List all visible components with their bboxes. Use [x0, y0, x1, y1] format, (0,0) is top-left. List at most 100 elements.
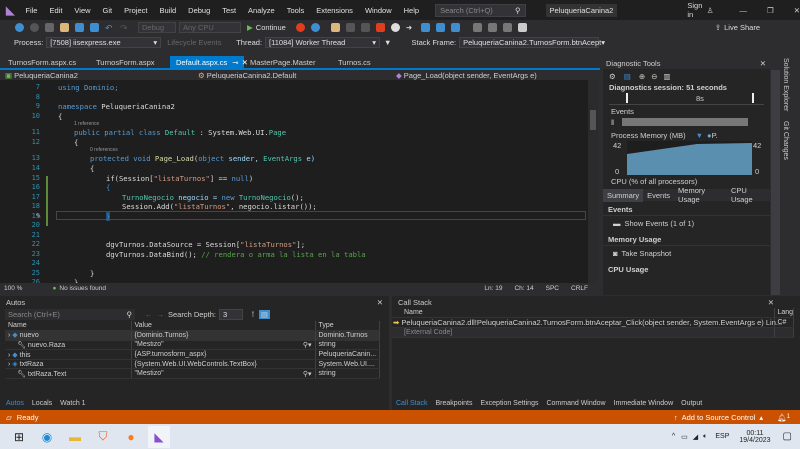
menu-analyze[interactable]: Analyze: [248, 6, 275, 15]
reset-zoom-icon[interactable]: ▥: [663, 72, 670, 81]
table-row[interactable]: › ◈ txtRaza {System.Web.UI.WebControls.Te…: [5, 359, 380, 370]
zoom-in-icon[interactable]: ⊕: [639, 72, 645, 81]
tab-events[interactable]: Events: [643, 189, 674, 202]
file-explorer-icon[interactable]: ▬: [64, 426, 86, 448]
redo-icon[interactable]: ↷: [120, 23, 129, 33]
tab-solution-explorer[interactable]: Solution Explorer: [782, 58, 789, 111]
variable-value[interactable]: "Mestizo": [135, 370, 164, 377]
battery-icon[interactable]: ▭: [681, 433, 688, 441]
lifecycle-events-select[interactable]: Lifecycle Events: [164, 37, 232, 48]
thread-select[interactable]: [11084] Worker Thread ▾: [265, 37, 381, 48]
pin-icon[interactable]: ⊺: [251, 310, 255, 319]
variable-value[interactable]: {ASP.turnosform_aspx}: [131, 349, 316, 360]
menu-build[interactable]: Build: [159, 6, 176, 15]
configuration-select[interactable]: Debug: [138, 22, 176, 33]
refresh-icon[interactable]: [310, 23, 320, 32]
menu-file[interactable]: File: [25, 6, 37, 15]
menu-git[interactable]: Git: [103, 6, 113, 15]
close-window-button[interactable]: ✕: [794, 6, 800, 15]
tab-exception-settings[interactable]: Exception Settings: [480, 400, 538, 407]
vertical-scrollbar[interactable]: [588, 80, 598, 283]
variable-value[interactable]: {System.Web.UI.WebControls.TextBox}: [131, 359, 316, 370]
menu-view[interactable]: View: [74, 6, 90, 15]
search-input[interactable]: Search (Ctrl+Q) ⚲: [435, 3, 526, 17]
menu-project[interactable]: Project: [124, 6, 147, 15]
variable-value[interactable]: {Dominio.Turnos}: [131, 330, 316, 341]
process-select[interactable]: [7508] iisexpress.exe ▾: [46, 37, 162, 48]
account-icon[interactable]: ♙: [707, 6, 714, 15]
column-language[interactable]: Lang: [774, 308, 794, 319]
tab-command-window[interactable]: Command Window: [546, 400, 605, 407]
save-all-icon[interactable]: [90, 23, 99, 32]
sign-in-link[interactable]: Sign in: [687, 1, 702, 19]
clock[interactable]: 00:11 19/4/2023: [739, 430, 770, 444]
platform-select[interactable]: Any CPU: [179, 22, 241, 33]
tab-turnos-cs[interactable]: Turnos.cs: [332, 56, 377, 68]
table-row[interactable]: ➡ PeluqueriaCanina2.dll!PeluqueriaCanina…: [392, 317, 794, 329]
column-name[interactable]: Name: [392, 308, 775, 319]
tab-default-aspx-cs[interactable]: Default.aspx.cs ⊸ ✕: [170, 56, 248, 68]
project-dropdown[interactable]: ▣ PeluqueriaCanina2: [0, 71, 198, 80]
tab-autos[interactable]: Autos: [6, 400, 24, 407]
tab-git-changes[interactable]: Git Changes: [782, 121, 789, 160]
tab-call-stack[interactable]: Call Stack: [396, 400, 428, 407]
menu-tools[interactable]: Tools: [287, 6, 305, 15]
visualizer-icon[interactable]: ⚲▾: [303, 341, 312, 349]
breakpoint-icon[interactable]: [472, 23, 482, 32]
expand-icon[interactable]: ›: [8, 352, 10, 359]
column-name[interactable]: Name: [5, 321, 132, 332]
class-dropdown[interactable]: ⚙ PeluqueriaCanina2.Default: [198, 71, 396, 80]
notification-center-icon[interactable]: ▢: [783, 431, 792, 442]
add-to-source-control-button[interactable]: Add to Source Control: [682, 413, 756, 422]
restart-icon[interactable]: [390, 23, 400, 32]
column-type[interactable]: Type: [315, 321, 380, 332]
open-file-icon[interactable]: [60, 23, 69, 32]
tab-breakpoints[interactable]: Breakpoints: [436, 400, 473, 407]
table-row[interactable]: › ◆ nuevo {Dominio.Turnos} Dominio.Turnos: [5, 330, 380, 341]
expand-icon[interactable]: ›: [8, 361, 10, 368]
pin-icon[interactable]: ⊸: [232, 58, 238, 67]
autos-search-input[interactable]: Search (Ctrl+E) ⚲: [5, 309, 135, 320]
hot-reload-icon[interactable]: [295, 23, 305, 32]
minimize-button[interactable]: —: [739, 6, 747, 15]
bookmark-icon[interactable]: [517, 23, 527, 32]
edge-icon[interactable]: ◉: [36, 426, 58, 448]
wifi-icon[interactable]: ◢: [693, 433, 698, 441]
table-row[interactable]: [External Code]: [392, 327, 794, 338]
close-icon[interactable]: ✕: [768, 298, 774, 307]
tab-turnosform-aspx[interactable]: TurnosForm.aspx: [90, 56, 170, 68]
menu-help[interactable]: Help: [404, 6, 419, 15]
brave-icon[interactable]: ⛉: [92, 426, 114, 448]
tab-locals[interactable]: Locals: [32, 400, 52, 407]
diagnostics-scrollbar[interactable]: [771, 70, 780, 295]
member-dropdown[interactable]: ◆ Page_Load(object sender, EventArgs e): [396, 71, 586, 80]
windows-start-icon[interactable]: ⊞: [8, 426, 30, 448]
visual-studio-logo-icon[interactable]: ◣: [6, 4, 15, 17]
new-project-icon[interactable]: [45, 23, 54, 32]
tab-output[interactable]: Output: [681, 400, 702, 407]
visualizer-icon[interactable]: ⚲▾: [303, 370, 312, 378]
menu-edit[interactable]: Edit: [49, 6, 62, 15]
step-over-icon[interactable]: [435, 23, 445, 32]
folder-icon[interactable]: [330, 23, 340, 32]
take-snapshot-button[interactable]: ◙ Take Snapshot: [603, 246, 770, 261]
tab-turnosform-aspx-cs[interactable]: TurnosForm.aspx.cs: [2, 56, 90, 68]
continue-button[interactable]: ▶ Continue: [247, 23, 286, 32]
notifications-icon[interactable]: 🔔︎: [777, 413, 787, 422]
chevron-up-icon[interactable]: ^: [672, 433, 675, 440]
tab-watch-1[interactable]: Watch 1: [60, 400, 85, 407]
browser-icon[interactable]: [345, 23, 355, 32]
back-icon[interactable]: [15, 23, 24, 32]
menu-debug[interactable]: Debug: [188, 6, 210, 15]
column-value[interactable]: Value: [131, 321, 316, 332]
menu-window[interactable]: Window: [365, 6, 392, 15]
expand-icon[interactable]: ›: [8, 332, 10, 339]
menu-extensions[interactable]: Extensions: [316, 6, 353, 15]
step-into-icon[interactable]: [420, 23, 430, 32]
close-icon[interactable]: ✕: [760, 59, 766, 68]
stop-icon[interactable]: [375, 23, 385, 32]
pause-icon[interactable]: ‖: [611, 118, 614, 127]
tab-summary[interactable]: Summary: [603, 188, 644, 202]
settings-icon[interactable]: ⚙: [609, 72, 616, 81]
hex-display-icon[interactable]: ▤: [258, 310, 270, 319]
